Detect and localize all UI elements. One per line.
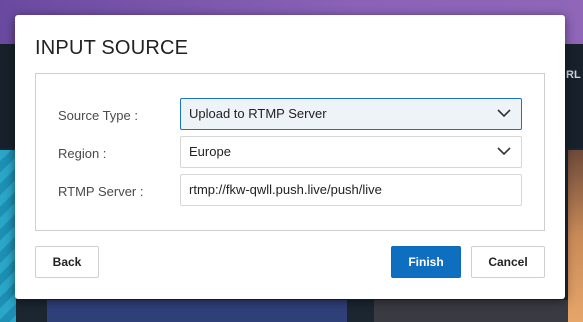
chevron-down-icon [497,147,511,156]
form-panel: Source Type : Upload to RTMP Server Regi… [35,73,545,231]
dialog-title: INPUT SOURCE [35,37,189,59]
cancel-button[interactable]: Cancel [471,246,545,278]
chevron-down-icon [497,109,511,118]
finish-button[interactable]: Finish [391,246,461,278]
background-thumbnail-left [0,150,16,322]
background-tile [374,300,568,322]
source-type-label: Source Type : [58,108,138,123]
region-value: Europe [189,144,231,159]
rtmp-server-value: rtmp://fkw-qwll.push.live/push/live [189,182,382,197]
background-thumbnail-right [568,150,583,322]
background-peek-text: RL [566,69,581,81]
rtmp-server-label: RTMP Server : [58,184,144,199]
rtmp-server-input[interactable]: rtmp://fkw-qwll.push.live/push/live [180,174,522,206]
back-button[interactable]: Back [35,246,99,278]
region-select[interactable]: Europe [180,136,522,168]
source-type-select[interactable]: Upload to RTMP Server [180,98,522,130]
background-tile [47,300,347,322]
region-label: Region : [58,146,107,161]
source-type-value: Upload to RTMP Server [189,106,327,121]
input-source-dialog: INPUT SOURCE Source Type : Upload to RTM… [15,15,565,299]
